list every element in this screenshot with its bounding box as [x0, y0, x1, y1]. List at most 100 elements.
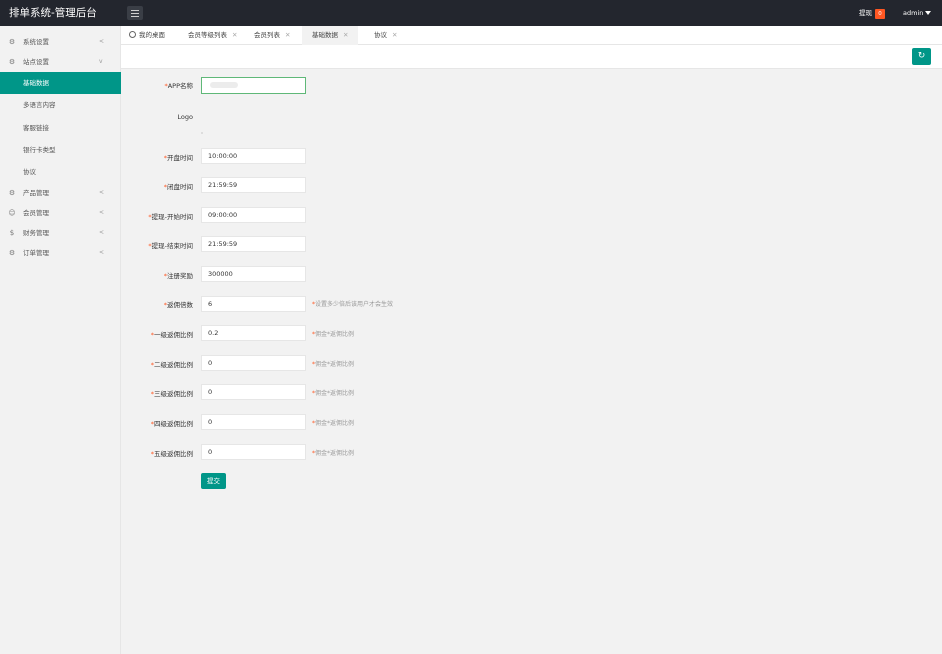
- close-icon[interactable]: ✕: [285, 31, 290, 39]
- close-time-input[interactable]: 21:59:59: [201, 177, 306, 193]
- label-app-name: *APP名称: [113, 79, 193, 93]
- register-reward-input[interactable]: 300000: [201, 266, 306, 282]
- label-close-time: *闭盘时间: [113, 180, 193, 194]
- level2-rate-input[interactable]: 0: [201, 355, 306, 371]
- withdraw-start-input[interactable]: 09:00:00: [201, 207, 306, 223]
- level1-rate-input[interactable]: 0.2: [201, 325, 306, 341]
- withdraw-link[interactable]: 提现: [859, 0, 872, 26]
- label-withdraw-end: *提现-结束时间: [113, 239, 193, 253]
- chevron-left-icon: <: [99, 209, 105, 216]
- label-text: 提现-结束时间: [151, 242, 193, 250]
- gear-icon: ⚙: [8, 58, 16, 66]
- level4-rate-input[interactable]: 0: [201, 414, 306, 430]
- label-text: 提现-开始时间: [151, 213, 193, 221]
- level2-rate-hint: *佣金*返佣比例: [312, 358, 354, 372]
- label-level5-rate: *五级返佣比例: [113, 447, 193, 461]
- home-icon: [129, 31, 136, 38]
- content-toolbar: ↻: [121, 45, 942, 69]
- menu-icon-line: [131, 13, 139, 14]
- withdraw-end-input[interactable]: 21:59:59: [201, 236, 306, 252]
- gear-icon: ⚙: [8, 38, 16, 46]
- submit-button[interactable]: 提交: [201, 473, 226, 489]
- logo-image[interactable]: [201, 132, 203, 134]
- label-text: APP名称: [167, 82, 193, 90]
- app-title: 排单系统-管理后台: [0, 0, 121, 26]
- sidebar-item-label: 财务管理: [23, 229, 49, 237]
- label-open-time: *开盘时间: [113, 151, 193, 165]
- open-time-input[interactable]: 10:00:00: [201, 148, 306, 164]
- commission-multiple-hint: *设置多少倍后该用户才会生效: [312, 298, 393, 312]
- tab-label: 会员列表: [254, 31, 280, 39]
- level4-rate-hint: *佣金*返佣比例: [312, 417, 354, 431]
- label-register-reward: *注册奖励: [113, 269, 193, 283]
- refresh-button[interactable]: ↻: [912, 48, 931, 65]
- menu-icon-line: [131, 16, 139, 17]
- refresh-icon: ↻: [917, 51, 926, 61]
- tab-label: 基础数据: [312, 31, 338, 39]
- level3-rate-input[interactable]: 0: [201, 384, 306, 400]
- tab-label: 我的桌面: [139, 31, 165, 39]
- sidebar-item-products[interactable]: ⚙ 产品管理 <: [0, 183, 121, 203]
- hint-text: 佣金*返佣比例: [315, 331, 355, 338]
- close-icon[interactable]: ✕: [343, 31, 348, 39]
- sidebar-subitem-bank-card-type[interactable]: 银行卡类型: [0, 139, 121, 161]
- sidebar-subitem-basic-data[interactable]: 基础数据: [0, 72, 121, 94]
- commission-multiple-input[interactable]: 6: [201, 296, 306, 312]
- sidebar-item-finance[interactable]: $ 财务管理 <: [0, 223, 121, 243]
- sidebar-subitem-service-link[interactable]: 客服链接: [0, 117, 121, 139]
- hint-text: 佣金*返佣比例: [315, 420, 355, 427]
- level1-rate-hint: *佣金*返佣比例: [312, 328, 354, 342]
- label-level3-rate: *三级返佣比例: [113, 387, 193, 401]
- level3-rate-hint: *佣金*返佣比例: [312, 387, 354, 401]
- sidebar-item-label: 会员管理: [23, 209, 49, 217]
- sidebar-item-site-settings[interactable]: ⚙ 站点设置 v: [0, 52, 121, 72]
- label-text: 一级返佣比例: [154, 331, 193, 339]
- tab-bar: 我的桌面 会员等级列表 ✕ 会员列表 ✕ 基础数据 ✕ 协议 ✕: [121, 26, 942, 45]
- label-commission-multiple: *返佣倍数: [113, 298, 193, 312]
- tab-member-list[interactable]: 会员列表 ✕: [247, 26, 297, 45]
- tab-label: 会员等级列表: [188, 31, 227, 39]
- blurred-app-name: [210, 82, 238, 88]
- close-icon[interactable]: ✕: [232, 31, 237, 39]
- sidebar-subitem-multilang[interactable]: 多语言内容: [0, 94, 121, 116]
- label-level2-rate: *二级返佣比例: [113, 358, 193, 372]
- dollar-icon: $: [9, 229, 15, 237]
- sidebar-item-members[interactable]: ☺ 会员管理 <: [0, 203, 121, 223]
- chevron-left-icon: <: [99, 249, 105, 256]
- sidebar-item-label: 订单管理: [23, 249, 49, 257]
- sidebar-item-label: 站点设置: [23, 58, 49, 66]
- hint-text: 佣金*返佣比例: [315, 361, 355, 368]
- chevron-down-icon: v: [99, 58, 103, 65]
- label-text: 注册奖励: [167, 272, 193, 280]
- top-bar: 排单系统-管理后台 提现 0 admin: [0, 0, 942, 26]
- sidebar-item-orders[interactable]: ⚙ 订单管理 <: [0, 243, 121, 263]
- tab-basic-data[interactable]: 基础数据 ✕: [302, 26, 359, 45]
- hint-text: 佣金*返佣比例: [315, 450, 355, 457]
- sidebar-item-label: 系统设置: [23, 38, 49, 46]
- label-text: 三级返佣比例: [154, 390, 193, 398]
- label-text: 五级返佣比例: [154, 450, 193, 458]
- level5-rate-input[interactable]: 0: [201, 444, 306, 460]
- tab-agreement[interactable]: 协议 ✕: [367, 26, 404, 45]
- label-text: 返佣倍数: [167, 301, 193, 309]
- tab-member-level-list[interactable]: 会员等级列表 ✕: [182, 26, 243, 45]
- user-menu[interactable]: admin: [903, 0, 923, 26]
- tab-my-desktop[interactable]: 我的桌面: [129, 26, 171, 45]
- chevron-left-icon: <: [99, 229, 105, 236]
- caret-down-icon[interactable]: [925, 11, 931, 15]
- label-text: 四级返佣比例: [154, 420, 193, 428]
- gear-icon: ⚙: [8, 189, 16, 197]
- label-level4-rate: *四级返佣比例: [113, 417, 193, 431]
- sidebar-item-system-settings[interactable]: ⚙ 系统设置 <: [0, 32, 121, 52]
- hint-text: 设置多少倍后该用户才会生效: [315, 301, 394, 308]
- chevron-left-icon: <: [99, 38, 105, 45]
- label-logo: Logo: [177, 113, 193, 121]
- menu-toggle-button[interactable]: [127, 6, 143, 20]
- user-icon: ☺: [8, 209, 16, 217]
- label-text: 闭盘时间: [167, 183, 193, 191]
- close-icon[interactable]: ✕: [392, 31, 397, 39]
- gear-icon: ⚙: [8, 249, 16, 257]
- sidebar-subitem-agreement[interactable]: 协议: [0, 161, 121, 183]
- sidebar-item-label: 产品管理: [23, 189, 49, 197]
- tab-label: 协议: [374, 31, 387, 39]
